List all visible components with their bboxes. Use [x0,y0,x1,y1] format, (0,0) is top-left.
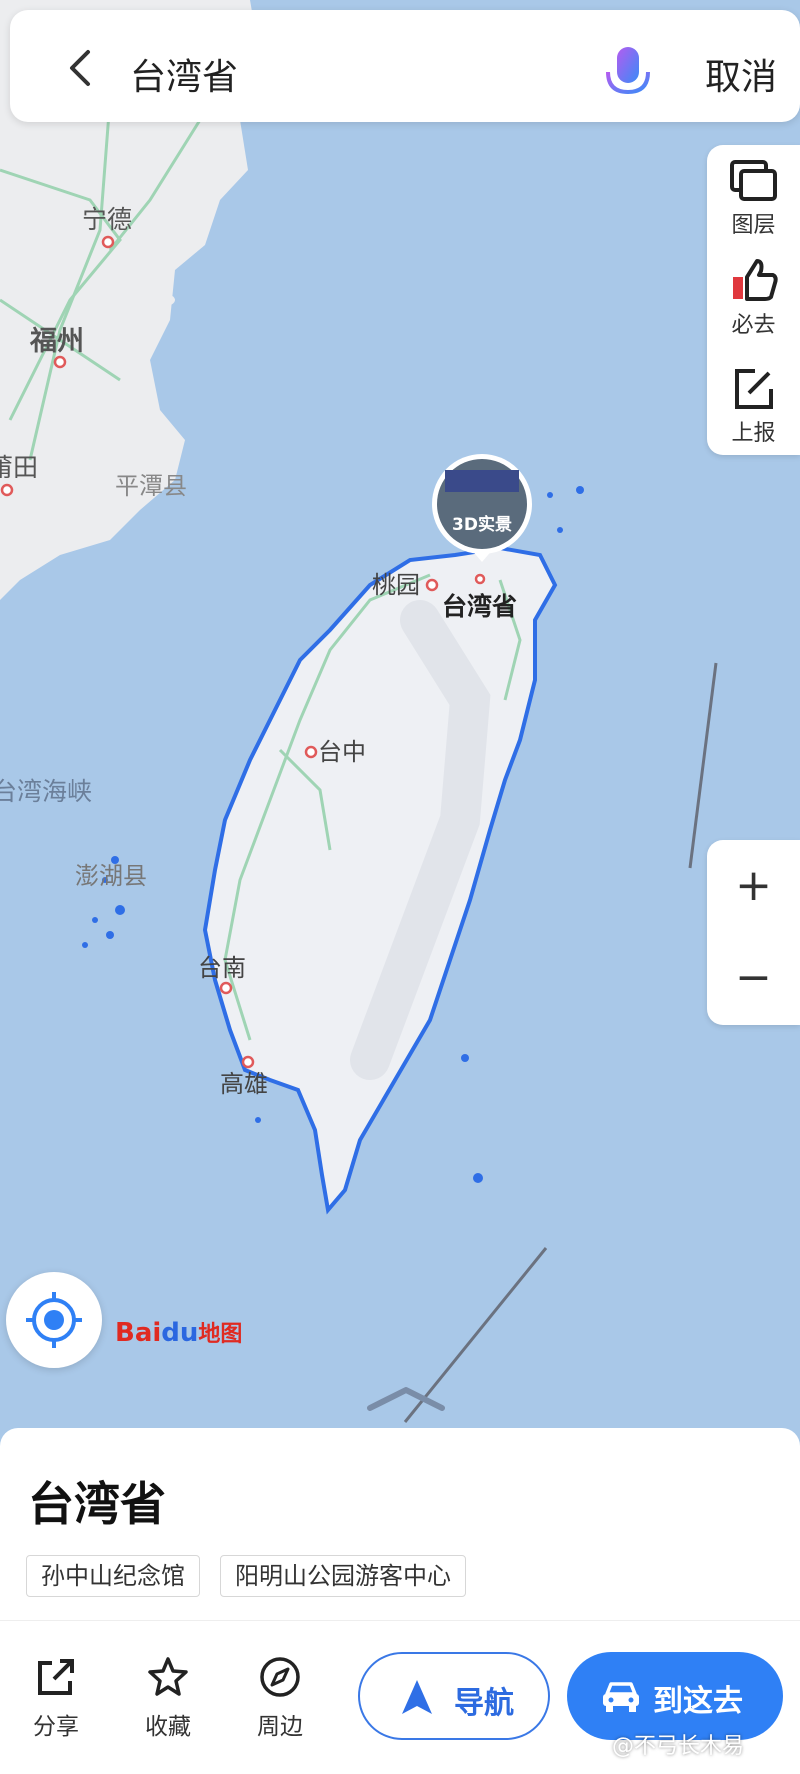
map-label-taoyuan: 桃园 [372,571,420,599]
go-here-label: 到这去 [653,1684,743,1719]
share-label: 分享 [33,1714,79,1740]
navigation-arrow-icon [402,1680,432,1714]
map-label-fuzhou: 福州 [29,326,84,357]
map-canvas[interactable]: 宁德 福州 莆田 平潭县 台湾海峡 澎湖县 桃园 台湾省 台中 台南 高雄 3D… [0,0,800,1430]
nearby-label: 周边 [257,1714,303,1740]
thumbs-up-icon [732,259,778,301]
map-label-gaoxiong: 高雄 [220,1070,268,1098]
3d-badge-label: 3D实景 [452,514,512,535]
locate-icon [26,1292,82,1348]
place-tag[interactable]: 孙中山纪念馆 [26,1555,200,1597]
zoom-out-button[interactable]: − [707,932,800,1024]
layers-button[interactable]: 图层 [707,159,800,239]
place-tag[interactable]: 阳明山公园游客中心 [220,1555,466,1597]
microphone-icon[interactable] [600,44,656,106]
share-button[interactable]: 分享 [16,1655,96,1741]
map-label-strait: 台湾海峡 [0,777,92,806]
favorite-label: 收藏 [145,1714,191,1740]
map-label-putian: 莆田 [0,453,38,482]
go-here-button[interactable]: 到这去 [567,1652,783,1740]
report-label: 上报 [731,421,776,446]
map-label-pingtan: 平潭县 [115,472,187,500]
must-go-label: 必去 [731,313,776,338]
must-go-button[interactable]: 必去 [707,257,800,339]
cancel-button[interactable]: 取消 [705,48,777,100]
zoom-controls: + − [707,840,800,1025]
locate-me-button[interactable] [6,1272,102,1368]
map-label-tainan: 台南 [198,954,246,982]
search-bar[interactable]: 台湾省 取消 [10,10,800,122]
navigate-label: 导航 [454,1686,514,1721]
search-query-text[interactable]: 台湾省 [130,48,238,100]
navigate-button[interactable]: 导航 [358,1652,550,1740]
sheet-expand-handle[interactable] [366,1384,446,1414]
layers-label: 图层 [731,213,776,238]
map-label-penghu: 澎湖县 [75,862,147,890]
layers-icon [729,160,777,201]
baidu-map-logo: Baidu地图 [115,1318,243,1348]
map-label-taizhong: 台中 [318,738,366,766]
share-icon [38,1659,74,1695]
compass-icon [260,1657,300,1697]
car-icon [603,1682,639,1712]
map-label-taiwan: 台湾省 [442,592,517,621]
map-label-ningde: 宁德 [82,205,132,234]
watermark: @不弓长木易 [612,1734,745,1759]
map-tools-panel: 图层 必去 上报 [707,145,800,455]
place-title: 台湾省 [28,1477,166,1531]
edit-report-icon [734,369,773,409]
nearby-button[interactable]: 周边 [240,1655,320,1741]
star-icon [148,1657,188,1696]
back-arrow-icon[interactable] [60,48,100,88]
favorite-button[interactable]: 收藏 [128,1655,208,1741]
zoom-in-button[interactable]: + [707,840,800,932]
report-button[interactable]: 上报 [707,367,800,447]
